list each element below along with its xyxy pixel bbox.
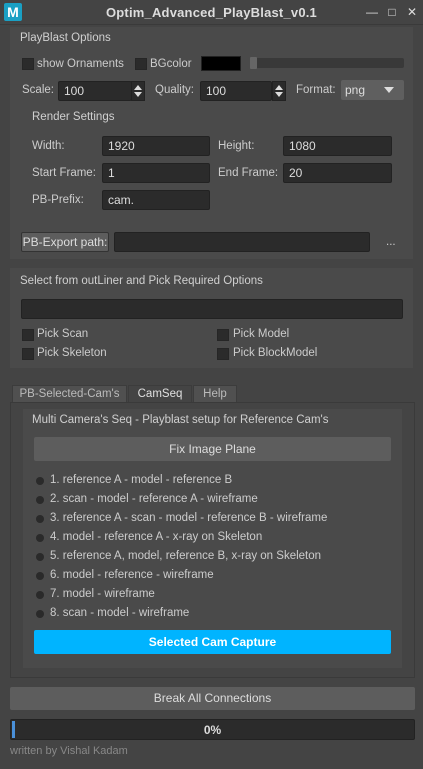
bgcolor-swatch[interactable] — [201, 56, 241, 71]
pb-prefix-field[interactable]: cam. — [102, 190, 210, 210]
pick-blockmodel-label: Pick BlockModel — [233, 347, 318, 359]
camseq-option[interactable]: 8. scan - model - wireframe — [36, 607, 396, 626]
bgcolor-slider-handle[interactable] — [250, 57, 257, 69]
pick-skeleton-checkbox[interactable] — [22, 348, 34, 360]
minimize-icon[interactable]: — — [364, 4, 380, 20]
show-ornaments-checkbox[interactable] — [22, 58, 34, 70]
radio-button[interactable] — [36, 591, 44, 599]
progress-bar: 0% — [10, 719, 415, 740]
outliner-selection-field[interactable] — [21, 299, 403, 319]
format-value: png — [345, 83, 366, 97]
quality-stepper[interactable] — [272, 81, 286, 101]
pick-blockmodel-checkbox[interactable] — [217, 348, 229, 360]
spin-up-icon[interactable] — [275, 85, 283, 90]
end-frame-field[interactable]: 20 — [283, 163, 392, 183]
pick-model-checkbox[interactable] — [217, 329, 229, 341]
scale-stepper[interactable] — [131, 81, 145, 101]
camseq-option[interactable]: 7. model - wireframe — [36, 588, 396, 607]
camseq-option[interactable]: 1. reference A - model - reference B — [36, 474, 396, 493]
camseq-option[interactable]: 6. model - reference - wireframe — [36, 569, 396, 588]
close-icon[interactable]: ✕ — [404, 4, 420, 20]
tab-camseq[interactable]: CamSeq — [128, 385, 192, 403]
scale-label: Scale: — [22, 84, 54, 96]
bgcolor-slider-track[interactable] — [250, 57, 404, 69]
camseq-option-label: 8. scan - model - wireframe — [50, 607, 190, 619]
window-title: Optim_Advanced_PlayBlast_v0.1 — [105, 5, 317, 20]
radio-button[interactable] — [36, 534, 44, 542]
tab-pb-selected-cams[interactable]: PB-Selected-Cam's — [12, 385, 127, 403]
scale-field[interactable]: 100 — [58, 81, 132, 101]
camseq-option-label: 4. model - reference A - x-ray on Skelet… — [50, 531, 263, 543]
camseq-option[interactable]: 4. model - reference A - x-ray on Skelet… — [36, 531, 396, 550]
camseq-option-label: 2. scan - model - reference A - wirefram… — [50, 493, 258, 505]
pick-skeleton-label: Pick Skeleton — [37, 347, 107, 359]
width-field[interactable]: 1920 — [102, 136, 210, 156]
progress-text: 0% — [203, 723, 222, 737]
camseq-option[interactable]: 3. reference A - scan - model - referenc… — [36, 512, 396, 531]
render-settings-heading: Render Settings — [32, 111, 115, 123]
radio-button[interactable] — [36, 515, 44, 523]
camseq-option-label: 6. model - reference - wireframe — [50, 569, 214, 581]
camseq-heading: Multi Camera's Seq - Playblast setup for… — [32, 414, 329, 426]
height-field[interactable]: 1080 — [283, 136, 392, 156]
end-frame-label: End Frame: — [218, 167, 279, 179]
radio-button[interactable] — [36, 496, 44, 504]
radio-button[interactable] — [36, 610, 44, 618]
pb-prefix-label: PB-Prefix: — [32, 194, 84, 206]
radio-button[interactable] — [36, 553, 44, 561]
spin-down-icon[interactable] — [275, 92, 283, 97]
pick-model-label: Pick Model — [233, 328, 290, 340]
camseq-option-label: 1. reference A - model - reference B — [50, 474, 233, 486]
pick-scan-label: Pick Scan — [37, 328, 89, 340]
spin-down-icon[interactable] — [134, 92, 142, 97]
quality-label: Quality: — [155, 84, 194, 96]
fix-image-plane-button[interactable]: Fix Image Plane — [34, 437, 391, 461]
height-label: Height: — [218, 140, 255, 152]
browse-button[interactable]: ... — [386, 236, 396, 248]
pick-scan-checkbox[interactable] — [22, 329, 34, 341]
camseq-option-label: 5. reference A, model, reference B, x-ra… — [50, 550, 322, 562]
format-dropdown[interactable]: png — [341, 80, 404, 100]
width-label: Width: — [32, 140, 65, 152]
camseq-option[interactable]: 5. reference A, model, reference B, x-ra… — [36, 550, 396, 569]
credit-text: written by Vishal Kadam — [10, 745, 128, 757]
outliner-heading: Select from outLiner and Pick Required O… — [20, 275, 263, 287]
show-ornaments-label: show Ornaments — [37, 58, 124, 70]
spin-up-icon[interactable] — [134, 85, 142, 90]
start-frame-field[interactable]: 1 — [102, 163, 210, 183]
radio-button[interactable] — [36, 572, 44, 580]
quality-field[interactable]: 100 — [200, 81, 272, 101]
bgcolor-label: BGcolor — [150, 58, 192, 70]
title-bar: M Optim_Advanced_PlayBlast_v0.1 — □ ✕ — [0, 0, 423, 25]
pb-export-path-button[interactable]: PB-Export path: — [21, 232, 109, 252]
pb-export-path-field[interactable] — [114, 232, 370, 252]
camseq-option[interactable]: 2. scan - model - reference A - wirefram… — [36, 493, 396, 512]
camseq-options-list: 1. reference A - model - reference B 2. s… — [36, 474, 396, 626]
chevron-down-icon[interactable] — [384, 87, 394, 93]
radio-button[interactable] — [36, 477, 44, 485]
start-frame-label: Start Frame: — [32, 167, 96, 179]
selected-cam-capture-button[interactable]: Selected Cam Capture — [34, 630, 391, 654]
camseq-option-label: 7. model - wireframe — [50, 588, 155, 600]
camseq-option-label: 3. reference A - scan - model - referenc… — [50, 512, 328, 524]
bgcolor-checkbox[interactable] — [135, 58, 147, 70]
playblast-options-heading: PlayBlast Options — [20, 32, 111, 44]
float-window-icon[interactable]: □ — [384, 4, 400, 20]
format-label: Format: — [296, 84, 336, 96]
break-all-connections-button[interactable]: Break All Connections — [10, 687, 415, 710]
tab-help[interactable]: Help — [193, 385, 237, 403]
